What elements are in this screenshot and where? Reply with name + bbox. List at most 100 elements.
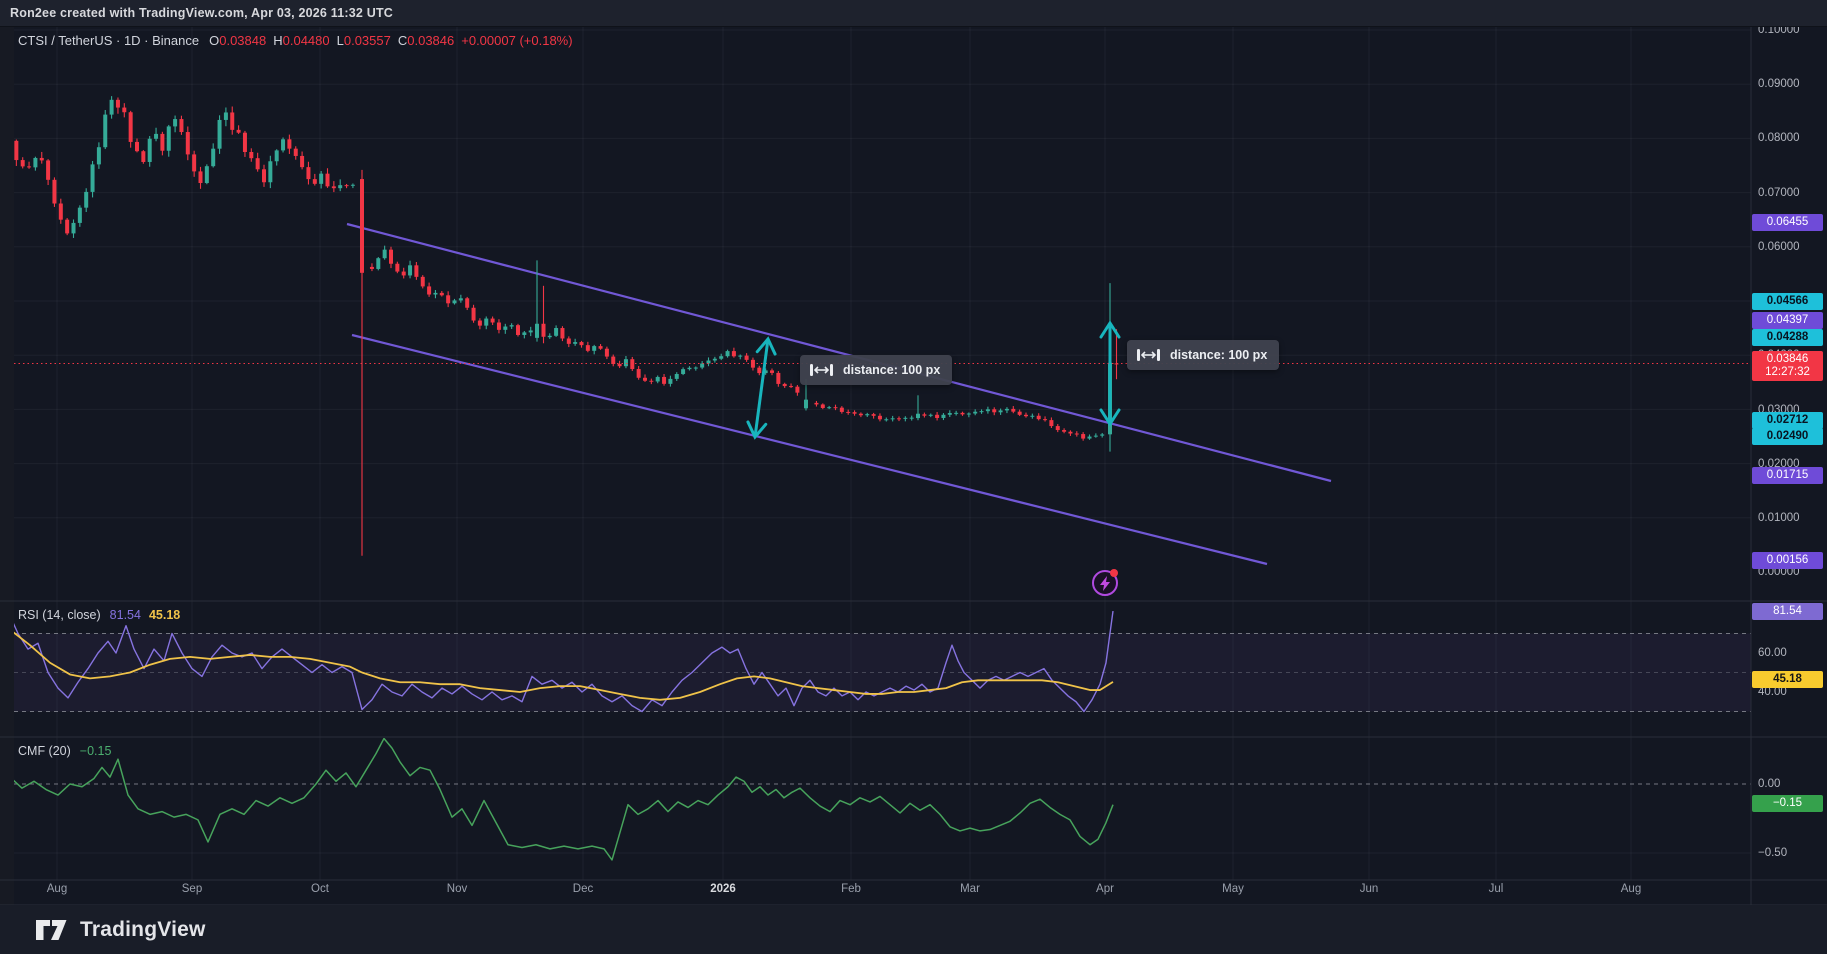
tradingview-snapshot: Ron2ee created with TradingView.com, Apr…	[0, 0, 1827, 954]
candle-body	[529, 330, 533, 332]
candle-body	[687, 368, 691, 369]
tradingview-logo-icon[interactable]	[36, 919, 70, 941]
candle-body	[446, 295, 450, 303]
rsi-line-value: 81.54	[110, 608, 141, 622]
candle-body	[408, 265, 412, 275]
ohlc-key: H	[273, 33, 282, 48]
candle-body	[33, 158, 37, 167]
candle-body	[961, 413, 965, 415]
candle-body	[160, 134, 164, 151]
candle-body	[1062, 430, 1066, 432]
symbol-title[interactable]: CTSI / TetherUS · 1D · Binance	[18, 33, 199, 48]
candle-body	[630, 359, 634, 369]
left-margin	[0, 27, 14, 905]
candle-body	[827, 407, 831, 408]
candle-body	[294, 149, 298, 156]
candle-body	[148, 139, 152, 162]
candle-body	[135, 142, 139, 151]
candle-body	[567, 338, 571, 343]
candle-body	[262, 169, 266, 182]
axis-price-badge: 0.00156	[1752, 552, 1823, 569]
candle-body	[821, 404, 825, 408]
candle-body	[872, 414, 876, 416]
candle-body	[649, 381, 653, 382]
candle-body	[1011, 409, 1015, 412]
measure-icon	[809, 363, 834, 377]
axis-price-badge: 0.06455	[1752, 214, 1823, 231]
candle-body	[1094, 436, 1098, 437]
cmf-legend: CMF (20)−0.15	[18, 744, 111, 758]
candle-body	[389, 250, 393, 264]
axis-tick-label: 0.01000	[1758, 512, 1800, 524]
rsi-ma-value: 45.18	[149, 608, 180, 622]
time-axis-label: Sep	[182, 883, 202, 895]
candle-body	[592, 346, 596, 351]
candle-body	[840, 408, 844, 412]
axis-tick-label: 0.00	[1758, 778, 1780, 790]
time-axis-label: Jun	[1360, 883, 1379, 895]
candle-body	[878, 416, 882, 420]
header-bar: Ron2ee created with TradingView.com, Apr…	[0, 0, 1827, 27]
candle-body	[110, 100, 114, 115]
chart-canvas[interactable]	[0, 0, 1827, 954]
candle-body	[738, 356, 742, 357]
candle-body	[804, 400, 808, 409]
candle-body	[745, 356, 749, 360]
candle-body	[1075, 434, 1079, 435]
candle-body	[40, 158, 44, 160]
candle-body	[992, 409, 996, 412]
candle-body	[421, 277, 425, 287]
candle-body	[542, 324, 546, 337]
candle-body	[1005, 409, 1009, 411]
axis-tick-label: 0.08000	[1758, 132, 1800, 144]
candle-body	[675, 374, 679, 379]
candle-body	[472, 308, 476, 321]
candle-body	[167, 126, 171, 150]
candle-body	[1068, 432, 1072, 434]
candle-body	[351, 185, 355, 186]
candle-body	[910, 418, 914, 419]
measure-tooltip-text: distance: 100 px	[843, 363, 940, 377]
candle-body	[141, 151, 145, 162]
candle-body	[967, 414, 971, 415]
candle-body	[726, 351, 730, 356]
candle-body	[338, 185, 342, 188]
candle-body	[789, 386, 793, 387]
candle-body	[1100, 434, 1104, 435]
candle-body	[618, 364, 622, 366]
candle-body	[903, 418, 907, 419]
cmf-label[interactable]: CMF (20)	[18, 744, 71, 758]
candle-body	[891, 418, 895, 419]
measure-tooltip-text: distance: 100 px	[1170, 348, 1267, 362]
rsi-legend: RSI (14, close) 81.54 45.18	[18, 608, 180, 622]
candle-body	[1018, 412, 1022, 415]
candle-body	[834, 407, 838, 408]
candle-body	[1030, 416, 1034, 417]
candle-body	[795, 387, 799, 393]
tradingview-brand-text[interactable]: TradingView	[80, 918, 206, 942]
candle-body	[929, 415, 933, 416]
ohlc-key: L	[337, 33, 344, 48]
rsi-label[interactable]: RSI (14, close)	[18, 608, 101, 622]
candle-body	[573, 342, 577, 344]
axis-price-badge: 81.54	[1752, 603, 1823, 620]
time-axis-label: Jul	[1489, 883, 1504, 895]
candle-body	[326, 174, 330, 187]
ohlc-value: 0.04480	[283, 33, 330, 48]
chart-background[interactable]	[0, 27, 1827, 905]
candle-body	[776, 373, 780, 384]
candle-body	[853, 412, 857, 414]
candle-body	[986, 409, 990, 411]
candle-body	[611, 357, 615, 364]
candle-body	[91, 164, 95, 192]
candle-body	[783, 384, 787, 386]
candle-body	[700, 364, 704, 368]
axis-price-badge: 0.04288	[1752, 329, 1823, 346]
candle-body	[522, 332, 526, 335]
candle-body	[922, 414, 926, 415]
time-axis-label: Oct	[311, 883, 329, 895]
candle-body	[218, 120, 222, 149]
time-axis-label: Nov	[447, 883, 467, 895]
candle-body	[846, 412, 850, 413]
candle-body	[300, 156, 304, 167]
